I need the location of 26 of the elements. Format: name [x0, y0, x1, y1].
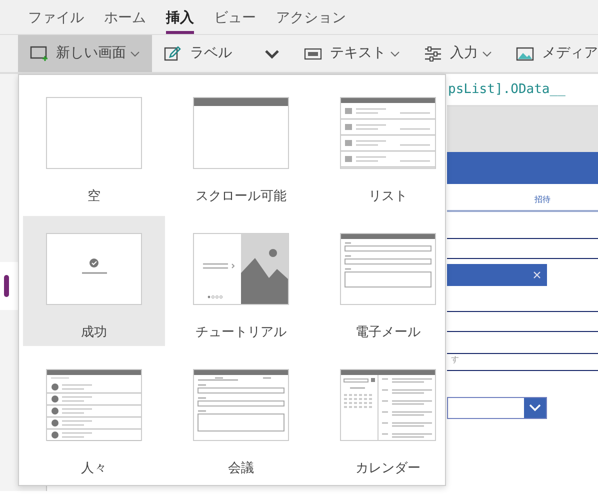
- helper-text: す: [447, 354, 598, 371]
- menu-tab[interactable]: アクション: [276, 3, 346, 34]
- toolbar-button[interactable]: テキスト: [292, 35, 412, 72]
- toolbar-button[interactable]: ラベル: [152, 35, 244, 72]
- toolbar-button[interactable]: 入力: [412, 35, 504, 72]
- toolbar-button[interactable]: メディア: [504, 35, 598, 72]
- chevron-down-icon: [529, 404, 541, 412]
- template-tile[interactable]: 成功: [23, 216, 165, 346]
- close-icon: [533, 271, 541, 279]
- toolbar-button[interactable]: 新しい画面: [18, 35, 152, 72]
- menu-tab[interactable]: ビュー: [214, 3, 256, 34]
- selection-indicator: [4, 275, 9, 297]
- menu-tab[interactable]: ホーム: [104, 3, 146, 34]
- tab-label[interactable]: 招待: [447, 184, 598, 212]
- dropdown[interactable]: [447, 397, 547, 419]
- template-tile[interactable]: スクロール可能: [170, 80, 312, 210]
- menu-tab[interactable]: ファイル: [28, 3, 84, 34]
- template-tile[interactable]: 会議: [170, 352, 312, 482]
- sliders-icon: [424, 44, 442, 62]
- template-tile[interactable]: 人々: [23, 352, 165, 482]
- image-icon: [516, 44, 534, 62]
- template-tile[interactable]: 電子メール: [317, 216, 459, 346]
- template-tile[interactable]: チュートリアル: [170, 216, 312, 346]
- template-tile[interactable]: 空: [23, 80, 165, 210]
- screen-icon: [30, 44, 48, 62]
- pencil-icon: [164, 44, 182, 62]
